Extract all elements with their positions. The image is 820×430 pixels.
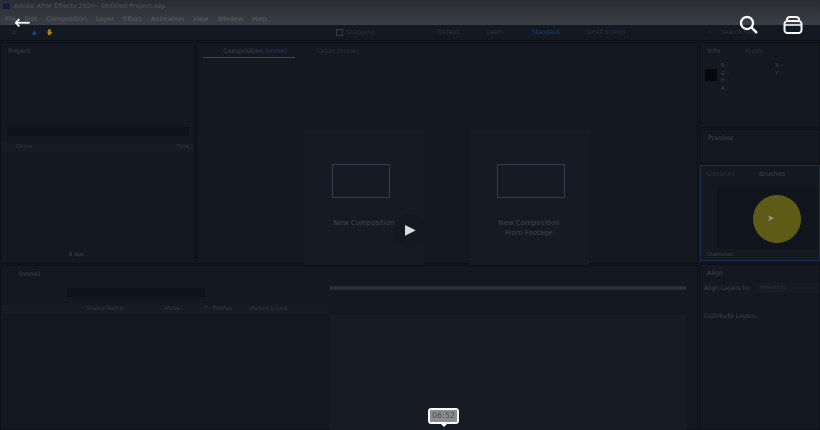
- diameter-label: Diameter:: [707, 252, 735, 258]
- preview-title: Preview: [708, 134, 734, 142]
- tooltip-pointer: [440, 423, 448, 427]
- project-search-input[interactable]: [7, 127, 189, 136]
- tab-underline: [203, 57, 295, 58]
- footage-label-1: New Composition: [498, 219, 560, 227]
- color-swatch: [705, 69, 717, 81]
- play-button[interactable]: ▶: [393, 214, 427, 248]
- timeline-tracks[interactable]: [330, 315, 686, 430]
- menu-bar: File Edit Composition Layer Effect Animation V…: [0, 13, 820, 25]
- hand-tool-icon[interactable]: ✋: [46, 29, 53, 36]
- menu-effect[interactable]: Effect: [123, 15, 142, 25]
- timeline-panel: (none) Source Name Mode T TrkMat Parent …: [0, 265, 698, 430]
- new-composition-from-footage-button[interactable]: New Composition From Footage: [469, 129, 589, 279]
- info-panel: Info Audio R :G :B :A : X :Y :: [700, 42, 820, 128]
- column-name[interactable]: Name: [16, 144, 32, 150]
- libraries-tab[interactable]: Libraries: [707, 170, 735, 178]
- xy-readout: X :Y :: [775, 63, 783, 77]
- column-type[interactable]: Type: [176, 144, 189, 150]
- column-mode: Mode: [165, 306, 180, 312]
- menu-composition[interactable]: Composition: [46, 15, 87, 25]
- menu-layer[interactable]: Layer: [96, 15, 114, 25]
- timeline-search-input[interactable]: [67, 288, 205, 297]
- align-layers-to-label: Align Layers to:: [704, 285, 751, 292]
- timestamp-text: 06:52: [430, 410, 457, 422]
- cursor-highlight: [753, 195, 801, 243]
- info-tab[interactable]: Info: [708, 47, 720, 55]
- align-panel: Align Align Layers to: Selection Distrib…: [700, 264, 820, 430]
- menu-window[interactable]: Window: [218, 15, 244, 25]
- workspace-standard[interactable]: Standard: [532, 29, 559, 36]
- work-area-bar[interactable]: [330, 286, 686, 290]
- audio-tab[interactable]: Audio: [745, 47, 763, 55]
- timeline-tab[interactable]: (none): [19, 270, 40, 278]
- project-panel: Project Name Type 8 bpc: [0, 42, 195, 264]
- brushes-panel: Libraries Brushes ➤ Diameter:: [700, 165, 820, 261]
- align-title: Align: [707, 269, 724, 277]
- snapping-label: Snapping: [346, 29, 375, 36]
- align-to-select[interactable]: Selection: [757, 283, 819, 293]
- menu-animation[interactable]: Animation: [151, 15, 184, 25]
- app-icon: [2, 2, 11, 10]
- column-t: T: [204, 306, 208, 312]
- project-title: Project: [8, 47, 31, 55]
- rgba-readout: R :G :B :A :: [721, 63, 729, 92]
- layers-icon[interactable]: [783, 15, 803, 35]
- footage-icon: [497, 164, 565, 198]
- menu-help[interactable]: Help: [252, 15, 267, 25]
- preview-panel: Preview: [700, 129, 820, 164]
- project-column-header: Name Type: [2, 143, 194, 152]
- column-parent-link: Parent & Link: [251, 306, 288, 312]
- search-icon[interactable]: [739, 15, 759, 35]
- toolbar: ⌂ ▲ ✋ Snapping Default Learn Standard Sm…: [0, 25, 820, 41]
- workspace-default[interactable]: Default: [438, 29, 460, 36]
- window-title: Adobe After Effects 2020 - Untitled Proj…: [14, 2, 166, 10]
- footage-label-2: From Footage: [505, 229, 553, 237]
- menu-view[interactable]: View: [193, 15, 208, 25]
- snapping-checkbox[interactable]: [336, 29, 343, 36]
- cursor-icon: ➤: [767, 214, 775, 224]
- workspace-learn[interactable]: Learn: [487, 29, 504, 36]
- workspace-small-screen[interactable]: Small Screen: [586, 29, 625, 36]
- title-bar: Adobe After Effects 2020 - Untitled Proj…: [0, 0, 820, 13]
- bpc-button[interactable]: 8 bpc: [69, 252, 84, 258]
- composition-panel: Composition (none) Layer (none) New Comp…: [196, 42, 698, 279]
- layer-tab[interactable]: Layer (none): [317, 47, 358, 55]
- selection-tool-icon[interactable]: ▲: [32, 29, 37, 36]
- column-trkmat: TrkMat: [213, 306, 232, 312]
- column-source-name: Source Name: [86, 306, 123, 312]
- new-composition-button[interactable]: New Composition: [304, 129, 424, 279]
- search-help-icon[interactable]: ⌕: [708, 29, 711, 37]
- timeline-column-header: Source Name Mode T TrkMat Parent & Link: [2, 305, 328, 314]
- brushes-tab[interactable]: Brushes: [759, 170, 785, 178]
- composition-icon: [332, 164, 390, 198]
- distribute-layers-label: Distribute Layers:: [704, 313, 758, 320]
- composition-tab[interactable]: Composition (none): [223, 47, 287, 55]
- play-icon: ▶: [405, 222, 416, 238]
- timestamp-tooltip: 06:52: [428, 408, 459, 424]
- back-arrow-icon[interactable]: ←: [14, 12, 31, 32]
